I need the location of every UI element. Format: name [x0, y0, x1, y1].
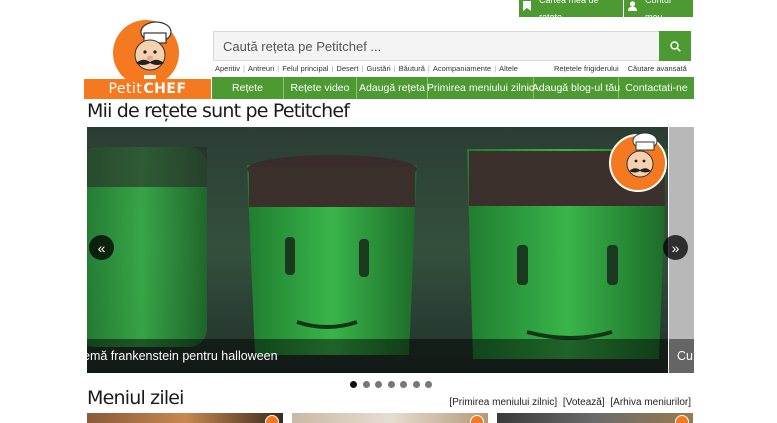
separator: | [427, 64, 430, 73]
separator: | [494, 64, 497, 73]
nav-add-blog[interactable]: Adaugă blog-ul tău [532, 77, 620, 99]
category-link[interactable]: Desert [336, 64, 358, 73]
category-link[interactable]: Acompaniamente [433, 64, 491, 73]
nav-recipes[interactable]: Rețete [212, 77, 284, 99]
nav-video-recipes[interactable]: Rețete video [284, 77, 357, 99]
slider-dots [350, 381, 438, 388]
separator: | [361, 64, 364, 73]
menu-cards [87, 413, 702, 423]
logo-wordmark: Petit CHEF [84, 79, 211, 99]
chef-badge-icon [265, 415, 279, 423]
slider-dot[interactable] [425, 381, 432, 388]
advanced-search-link[interactable]: Căutare avansată [628, 64, 687, 73]
chevron-right-icon: » [671, 239, 680, 256]
separator: | [331, 64, 334, 73]
menu-card[interactable] [87, 413, 283, 423]
search-box [213, 31, 691, 61]
nav-daily-menu[interactable]: Primirea meniului zilnic [427, 77, 534, 99]
chevron-left-icon: « [97, 239, 106, 256]
category-link[interactable]: Gustări [366, 64, 390, 73]
slider-next-button[interactable]: » [663, 235, 688, 260]
tool-links: Rețetele frigiderului Căutare avansată [554, 64, 687, 73]
account-label: Contul meu [645, 0, 671, 22]
search-button[interactable] [659, 31, 691, 61]
separator: | [277, 64, 280, 73]
bookmark-icon [523, 0, 531, 17]
logo-text-light: Petit [108, 81, 143, 97]
category-link[interactable]: Felul principal [282, 64, 328, 73]
slider-dot[interactable] [412, 381, 420, 388]
slider-dot[interactable] [375, 381, 382, 388]
chef-badge-icon [675, 415, 689, 423]
slider-dot[interactable] [400, 381, 407, 388]
slide-image [87, 127, 668, 373]
main-nav: Rețete Rețete video Adaugă rețeta Primir… [212, 77, 694, 99]
separator: | [393, 64, 396, 73]
section-title: Meniul zilei [87, 387, 184, 409]
vote-link[interactable]: [Votează] [563, 397, 605, 408]
category-links: Aperitiv | Antreuri | Felul principal | Des… [215, 64, 518, 73]
recipe-slider[interactable]: emă frankenstein pentru halloween [87, 127, 668, 373]
recipe-book-label: Cartea mea de rețete [539, 0, 599, 22]
logo-text-bold: CHEF [143, 81, 187, 97]
nav-add-recipe[interactable]: Adaugă rețeta [357, 77, 428, 99]
menu-links: [Primirea meniului zilnic] [Votează] [Ar… [449, 397, 691, 408]
search-input[interactable] [214, 32, 660, 60]
page-title: Mii de rețete sunt pe Petitchef [87, 100, 350, 122]
menu-archive-link[interactable]: [Arhiva meniurilor] [610, 397, 691, 408]
separator: | [243, 64, 245, 73]
nav-contact[interactable]: Contactati-ne [619, 77, 694, 99]
slide-caption-text: emă frankenstein pentru halloween [87, 349, 278, 363]
slider-dot[interactable] [350, 381, 357, 388]
recipe-book-link[interactable]: Cartea mea de rețete [519, 0, 623, 22]
category-link[interactable]: Băutură [399, 64, 425, 73]
chef-mascot-icon [113, 20, 179, 81]
menu-card[interactable] [497, 413, 693, 423]
user-icon [628, 0, 637, 17]
category-link[interactable]: Altele [499, 64, 518, 73]
account-link[interactable]: Contul meu [624, 0, 693, 22]
account-bar: Cartea mea de rețete Contul meu [519, 0, 693, 22]
menu-card[interactable] [292, 413, 488, 423]
chef-badge-icon [470, 415, 484, 423]
slider-dot[interactable] [387, 381, 395, 388]
category-link[interactable]: Aperitiv [215, 64, 240, 73]
slide-caption[interactable]: emă frankenstein pentru halloween [87, 339, 668, 373]
fridge-recipes-link[interactable]: Rețetele frigiderului [554, 64, 619, 73]
category-link[interactable]: Antreuri [248, 64, 274, 73]
next-slide-caption: Cu [669, 339, 694, 373]
slider-dot[interactable] [362, 381, 370, 388]
chef-watermark-icon [609, 130, 667, 197]
slider-prev-button[interactable]: « [89, 235, 114, 260]
site-logo[interactable]: Petit CHEF [84, 19, 211, 99]
daily-menu-link[interactable]: [Primirea meniului zilnic] [449, 397, 557, 408]
search-icon [669, 40, 681, 52]
